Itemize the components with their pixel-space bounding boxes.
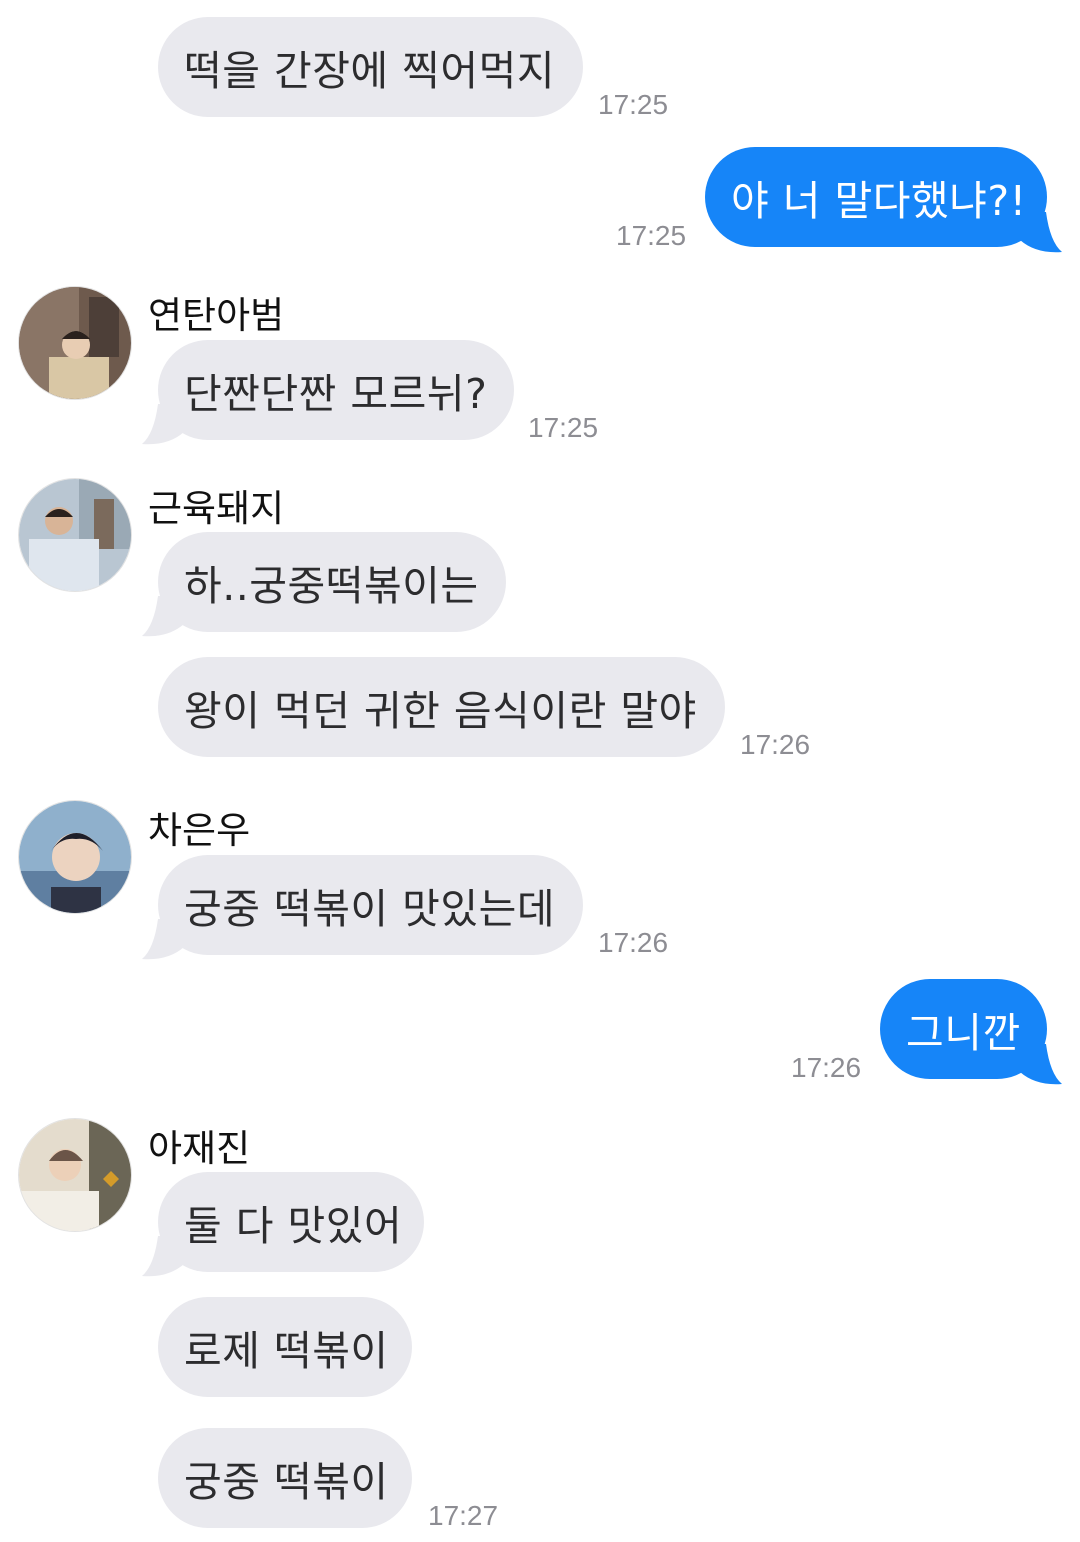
message-text: 로제 떡볶이 [184, 1327, 389, 1375]
message-text: 그니깐 [906, 1009, 1021, 1057]
avatar-yeontan[interactable] [18, 286, 132, 400]
sender-name: 차은우 [148, 809, 251, 852]
message-text: 하..궁중떡볶이는 [184, 562, 479, 610]
bubble-tail-incoming [142, 404, 184, 445]
message-timestamp: 17:25 [528, 412, 599, 443]
message-text: 야 너 말다했냐?! [731, 177, 1027, 225]
bubble-tail-outgoing [1020, 212, 1062, 253]
message-timestamp: 17:25 [598, 89, 669, 120]
sender-name: 근육돼지 [148, 487, 285, 530]
avatar-photo-icon [19, 1119, 131, 1231]
sender-name: 아재진 [148, 1127, 251, 1170]
message-timestamp: 17:26 [598, 927, 669, 958]
message-text: 떡을 간장에 찍어먹지 [184, 47, 556, 95]
message-text: 단짠단짠 모르뉘? [184, 370, 488, 418]
bubble-tail-incoming [142, 1236, 184, 1277]
message-bubble-incoming[interactable]: 왕이 먹던 귀한 음식이란 말야 [158, 657, 725, 757]
avatar-photo-icon [19, 287, 131, 399]
avatar-geunyuk[interactable] [18, 478, 132, 592]
message-timestamp: 17:25 [616, 220, 687, 251]
message-timestamp: 17:27 [428, 1500, 499, 1531]
bubble-tail-incoming [142, 596, 184, 637]
message-bubble-incoming[interactable]: 둘 다 맛있어 [158, 1172, 424, 1272]
message-bubble-incoming[interactable]: 궁중 떡볶이 [158, 1428, 412, 1528]
bubble-tail-incoming [142, 919, 184, 960]
message-text: 왕이 먹던 귀한 음식이란 말야 [184, 687, 697, 735]
message-bubble-incoming[interactable]: 떡을 간장에 찍어먹지 [158, 17, 583, 117]
message-bubble-incoming[interactable]: 로제 떡볶이 [158, 1297, 412, 1397]
bubble-tail-outgoing [1020, 1044, 1062, 1085]
message-bubble-incoming[interactable]: 단짠단짠 모르뉘? [158, 340, 514, 440]
avatar-ajae[interactable] [18, 1118, 132, 1232]
message-timestamp: 17:26 [791, 1052, 862, 1083]
message-timestamp: 17:26 [740, 729, 811, 760]
message-text: 궁중 떡볶이 [184, 1458, 389, 1506]
message-bubble-incoming[interactable]: 하..궁중떡볶이는 [158, 532, 506, 632]
message-bubble-incoming[interactable]: 궁중 떡볶이 맛있는데 [158, 855, 583, 955]
avatar-cha[interactable] [18, 800, 132, 914]
avatar-photo-icon [19, 479, 131, 591]
message-text: 궁중 떡볶이 맛있는데 [184, 885, 556, 933]
message-text: 둘 다 맛있어 [184, 1202, 403, 1250]
sender-name: 연탄아범 [148, 294, 285, 337]
avatar-photo-icon [19, 801, 131, 913]
message-bubble-outgoing[interactable]: 야 너 말다했냐?! [705, 147, 1047, 247]
